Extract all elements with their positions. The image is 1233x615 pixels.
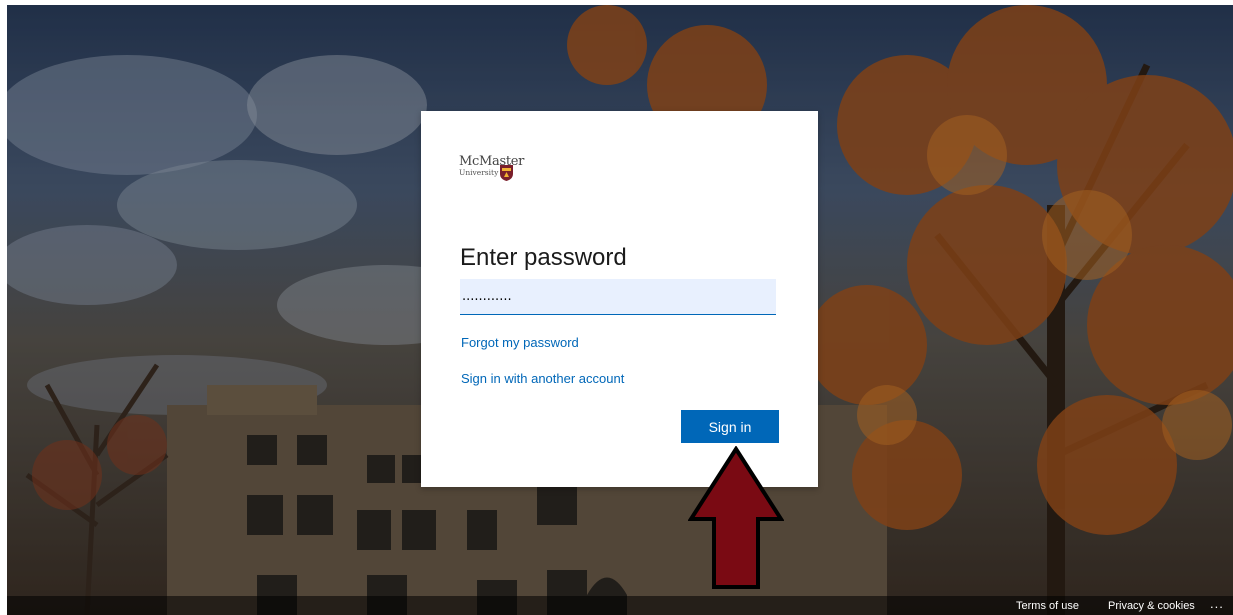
sign-in-another-account-link[interactable]: Sign in with another account bbox=[461, 371, 624, 386]
arrow-up-icon bbox=[688, 446, 784, 589]
logo-subtitle: University bbox=[459, 168, 499, 177]
password-field[interactable] bbox=[460, 279, 776, 315]
privacy-cookies-link[interactable]: Privacy & cookies bbox=[1108, 600, 1195, 612]
page-title: Enter password bbox=[460, 244, 627, 271]
logo-name: McMaster bbox=[459, 154, 525, 169]
mcmaster-logo: McMaster University bbox=[459, 154, 539, 194]
more-options-button[interactable]: ... bbox=[1210, 596, 1224, 611]
browser-viewport: McMaster University Enter password Forgo… bbox=[0, 0, 1233, 615]
sign-in-button[interactable]: Sign in bbox=[681, 410, 779, 443]
crest-icon bbox=[500, 165, 513, 181]
sign-in-card: McMaster University Enter password Forgo… bbox=[421, 111, 818, 487]
forgot-password-link[interactable]: Forgot my password bbox=[461, 335, 579, 350]
terms-of-use-link[interactable]: Terms of use bbox=[1016, 600, 1079, 612]
